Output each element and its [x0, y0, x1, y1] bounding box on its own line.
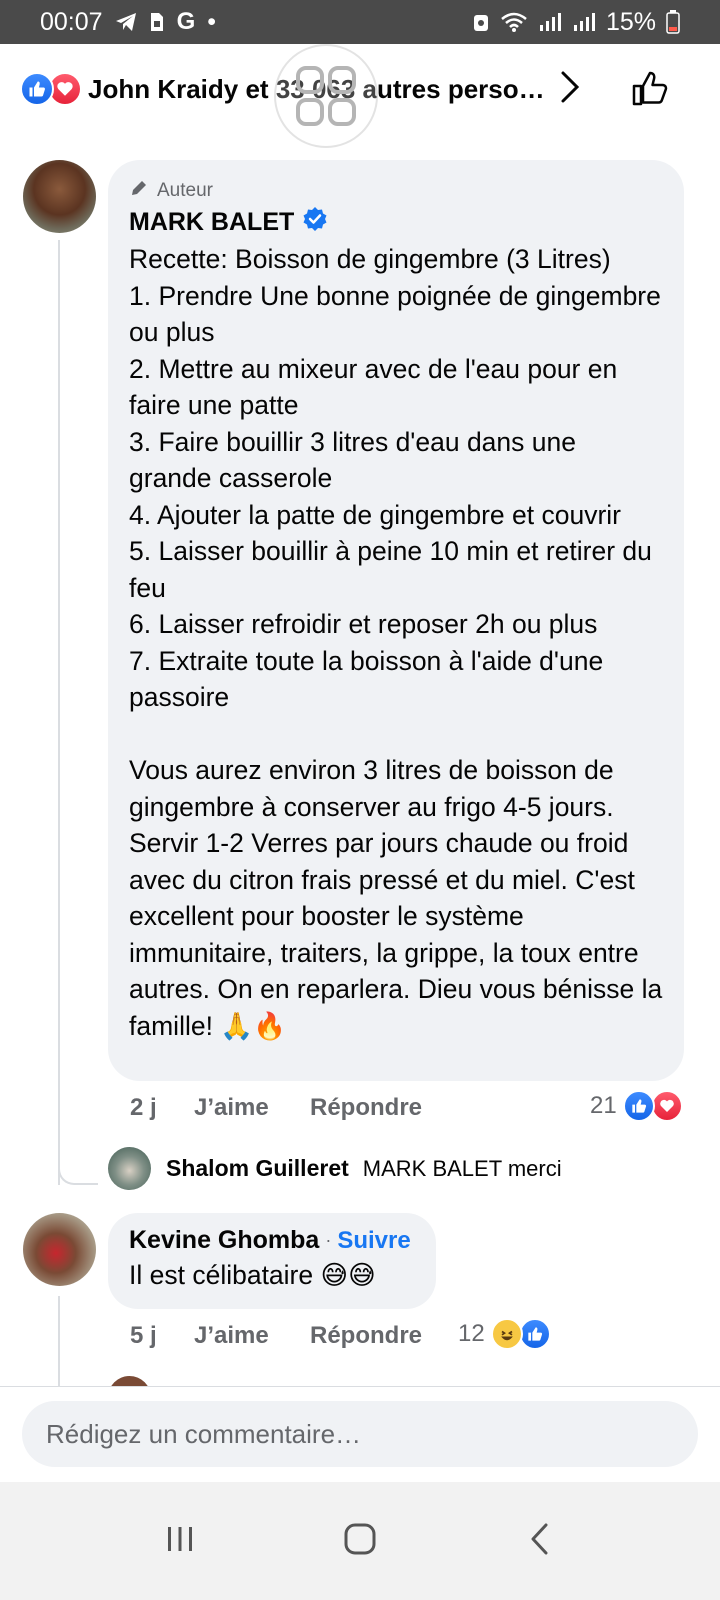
- status-bar: 00:07 G • 15%: [0, 0, 720, 44]
- comment-bubble-kevine-ghomba: Kevine Ghomba · Suivre Il est célibatair…: [108, 1213, 436, 1309]
- signal-icon-2: [572, 11, 596, 33]
- chevron-right-icon[interactable]: [559, 70, 581, 109]
- comment-emojis: 🙏🔥: [220, 1010, 287, 1042]
- comment-body: Il est célibataire: [129, 1260, 321, 1290]
- comment-time[interactable]: 5 j: [130, 1322, 194, 1350]
- wifi-icon: [500, 11, 528, 33]
- comment-time[interactable]: 2 j: [130, 1094, 194, 1122]
- thread-line: [58, 240, 60, 1185]
- like-reaction-icon: [622, 1090, 655, 1122]
- like-reaction-icon: [518, 1318, 551, 1350]
- telegram-icon: [115, 12, 137, 32]
- comment-author-name[interactable]: Kevine Ghomba: [129, 1226, 319, 1255]
- alarm-icon: [472, 11, 490, 33]
- reply-text: MARK BALET merci: [362, 1155, 562, 1181]
- reply-preview[interactable]: Shalom Guilleret MARK BALET merci: [166, 1155, 562, 1182]
- comment-bubble-mark-balet: Auteur MARK BALET Recette: Boisson de gi…: [108, 160, 684, 1081]
- like-reaction-icon: [20, 72, 54, 106]
- system-nav-bar: [0, 1482, 720, 1600]
- comment-author-name[interactable]: MARK BALET: [129, 208, 294, 237]
- google-icon: G: [176, 8, 196, 35]
- comment-body: Recette: Boisson de gingembre (3 Litres)…: [129, 244, 663, 1041]
- reply-button[interactable]: Répondre: [310, 1322, 422, 1350]
- comment-text: Recette: Boisson de gingembre (3 Litres)…: [129, 241, 663, 1045]
- comment-composer: [0, 1386, 720, 1482]
- sim-icon: [149, 11, 165, 33]
- recent-apps-button[interactable]: [140, 1501, 220, 1581]
- recent-apps-icon: [165, 1524, 195, 1559]
- reaction-count: 21: [590, 1092, 617, 1119]
- follow-separator: ·: [325, 1230, 332, 1250]
- floating-assist-button[interactable]: [274, 44, 378, 148]
- battery-percent: 15%: [605, 7, 656, 36]
- haha-reaction-icon: [490, 1318, 523, 1350]
- comment-reaction-icons: [490, 1318, 553, 1350]
- reaction-count: 12: [458, 1320, 485, 1347]
- pencil-icon: [129, 178, 149, 204]
- back-icon: [528, 1522, 552, 1561]
- thread-connector: [58, 1140, 98, 1185]
- reaction-icons: [20, 72, 82, 106]
- follow-button[interactable]: Suivre: [337, 1227, 410, 1255]
- like-button[interactable]: J’aime: [194, 1094, 310, 1122]
- comment-text: Il est célibataire 😅😅: [129, 1257, 415, 1295]
- comment-author[interactable]: Kevine Ghomba · Suivre: [129, 1226, 415, 1255]
- comment-actions: 5 j J’aime Répondre: [130, 1322, 422, 1350]
- comment-input[interactable]: [22, 1401, 698, 1467]
- love-reaction-icon: [650, 1090, 683, 1122]
- reply-author[interactable]: Shalom Guilleret: [166, 1155, 349, 1182]
- comment-emojis: 😅😅: [320, 1260, 376, 1291]
- back-button[interactable]: [500, 1501, 580, 1581]
- comment-author[interactable]: MARK BALET: [129, 206, 663, 239]
- author-badge: Auteur: [129, 178, 663, 204]
- dot-icon: •: [207, 7, 216, 36]
- thumbs-up-icon[interactable]: [630, 68, 670, 113]
- avatar-kevine-ghomba[interactable]: [23, 1213, 96, 1286]
- comment-reaction-icons: [622, 1090, 685, 1122]
- comment-reactions[interactable]: 12: [458, 1318, 553, 1350]
- reply-button[interactable]: Répondre: [310, 1094, 422, 1122]
- thread-line-2: [58, 1296, 60, 1396]
- avatar-mark-balet[interactable]: [23, 160, 96, 233]
- home-icon: [343, 1522, 377, 1561]
- verified-icon: [302, 206, 328, 239]
- comment-actions: 2 j J’aime Répondre: [130, 1094, 422, 1122]
- status-time: 00:07: [40, 7, 103, 36]
- signal-icon: [538, 11, 562, 33]
- battery-icon: [666, 10, 680, 34]
- comment-reactions[interactable]: 21: [590, 1090, 685, 1122]
- like-button[interactable]: J’aime: [194, 1322, 310, 1350]
- home-button[interactable]: [320, 1501, 400, 1581]
- avatar-shalom-guilleret[interactable]: [108, 1147, 151, 1190]
- author-badge-label: Auteur: [157, 180, 213, 201]
